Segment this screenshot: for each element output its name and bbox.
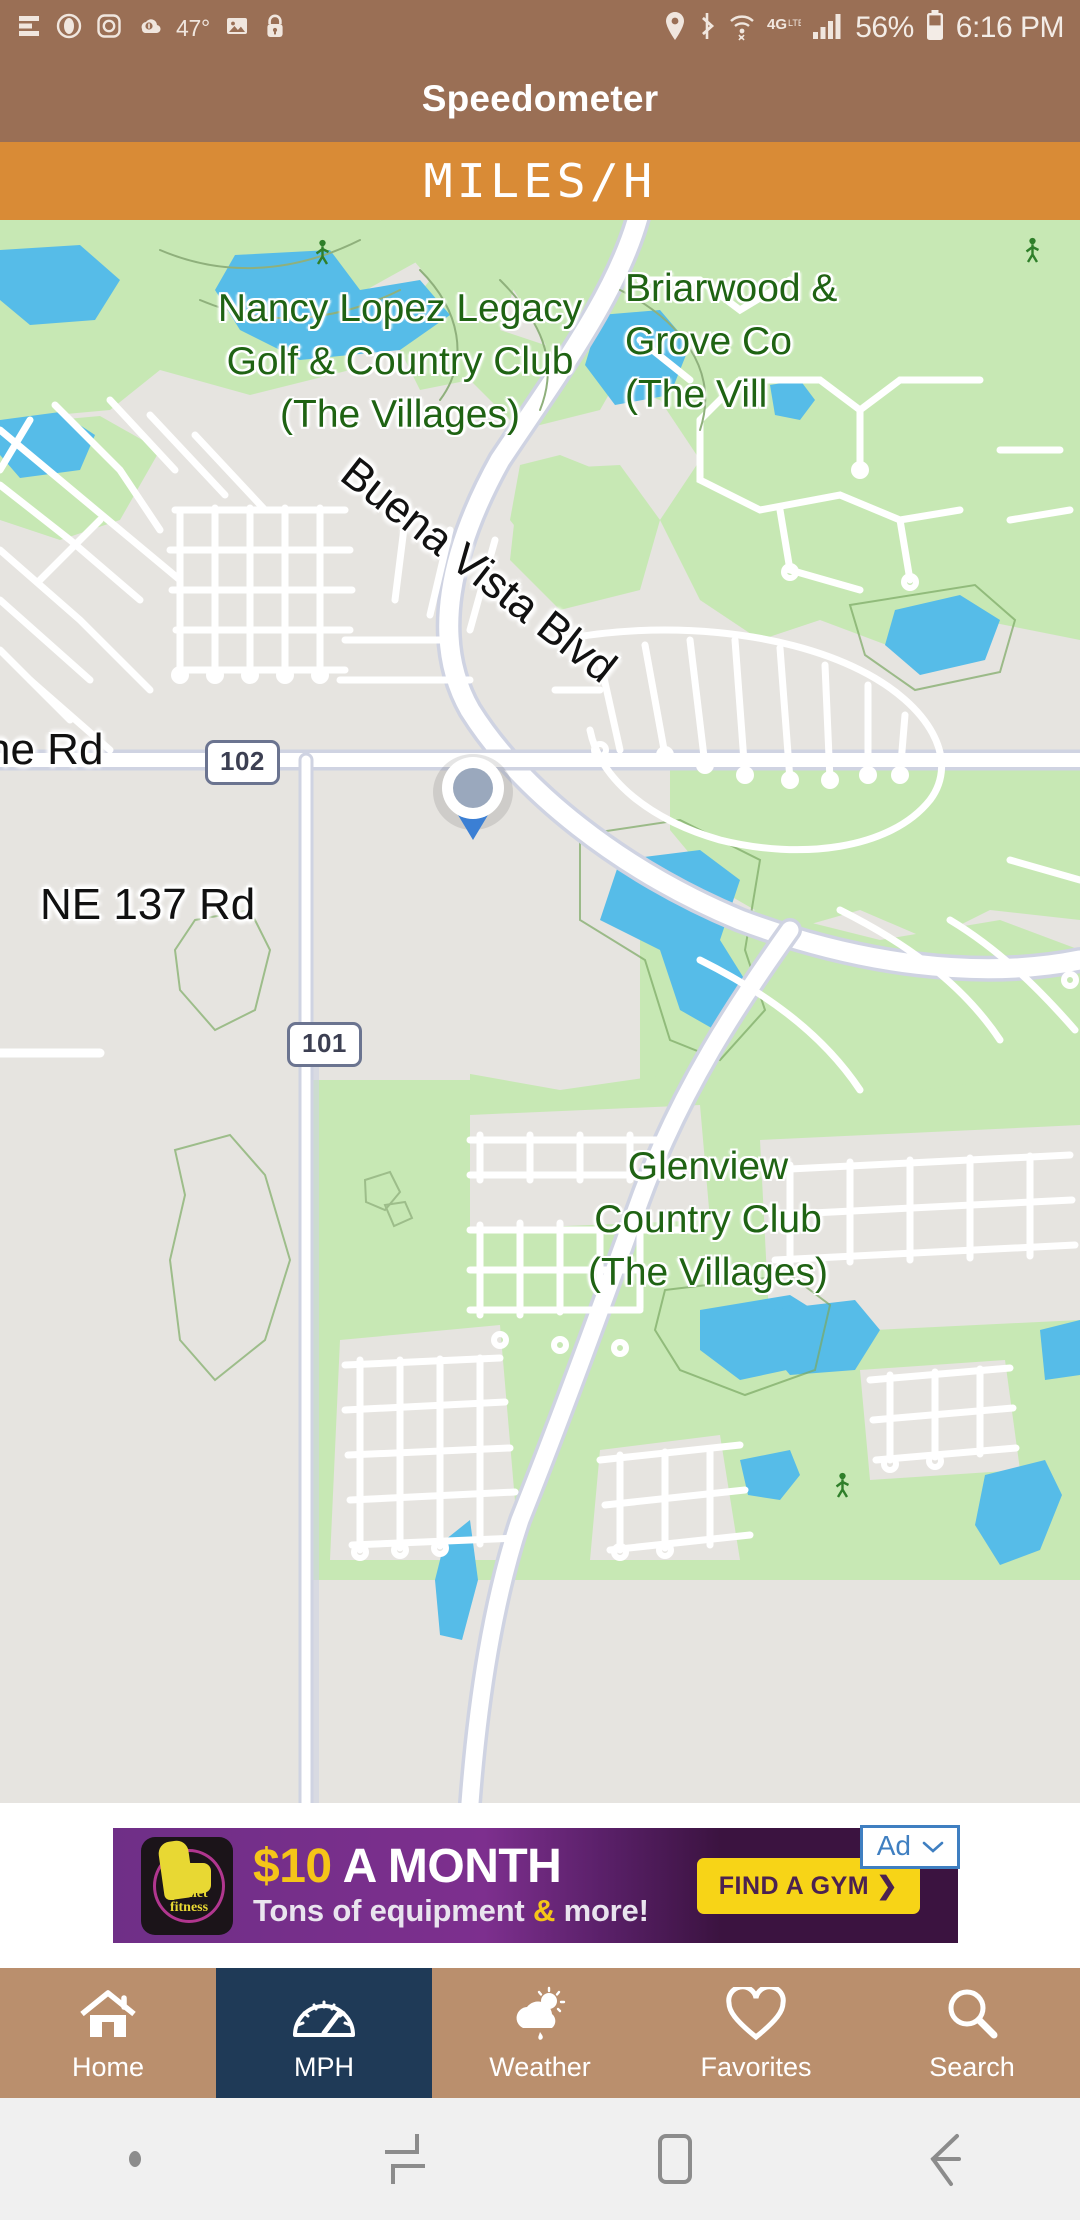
chevron-down-icon (921, 1830, 945, 1862)
weather-cloud-icon (136, 13, 162, 44)
4g-lte-icon: 4G LTE (767, 14, 804, 43)
nav-label-weather: Weather (489, 2051, 591, 2082)
nav-label-home: Home (71, 2051, 145, 2082)
recents-icon[interactable] (270, 2130, 540, 2188)
ad-copy: $10 A MONTH Tons of equipment & more! (253, 1839, 649, 1930)
app-header: Speedometer (0, 56, 1080, 142)
ad-headline: $10 A MONTH (253, 1839, 649, 1893)
weather-sun-cloud-rain-icon (506, 1984, 574, 2046)
notification-lines-icon (16, 13, 42, 44)
bottom-navigation-bar: Home MPH Weather Favorites Search (0, 1968, 1080, 2098)
nav-item-favorites[interactable]: Favorites (648, 1968, 864, 2098)
ad-subline-b: more! (555, 1892, 649, 1928)
svg-text:4G: 4G (767, 16, 787, 33)
ad-subline-amp: & (532, 1892, 556, 1928)
status-temperature: 47° (176, 14, 210, 41)
ad-banner-planet-fitness[interactable]: planet fitness $10 A MONTH Tons of equip… (113, 1828, 958, 1943)
map-canvas[interactable]: Nancy Lopez Legacy Golf & Country Club (… (0, 220, 1080, 1803)
ad-container: planet fitness $10 A MONTH Tons of equip… (0, 1803, 1080, 1968)
android-system-nav-bar (0, 2098, 1080, 2220)
planet-fitness-logo-icon: planet fitness (127, 1831, 245, 1941)
bluetooth-icon (697, 11, 717, 46)
nav-item-mph[interactable]: MPH (216, 1968, 432, 2098)
speed-unit-label: MILES/H (423, 154, 657, 208)
battery-percent: 56% (855, 11, 914, 44)
speedometer-icon (291, 1984, 357, 2046)
home-square-icon[interactable] (540, 2130, 810, 2188)
battery-icon (925, 9, 945, 47)
dot-indicator (0, 2144, 270, 2174)
status-bar-left-icons: 47° (16, 13, 286, 44)
location-pin-icon (664, 11, 686, 46)
nav-item-weather[interactable]: Weather (432, 1968, 648, 2098)
instagram-icon (96, 13, 122, 44)
eye-icon (56, 13, 82, 44)
lock-icon (264, 13, 286, 44)
map-vector-layer (0, 220, 1080, 1803)
ad-headline-price: $10 (253, 1839, 332, 1893)
status-clock: 6:16 PM (955, 11, 1065, 44)
ad-disclosure-badge[interactable]: Ad (859, 1825, 960, 1869)
search-icon (942, 1984, 1002, 2046)
page-title: Speedometer (421, 78, 659, 119)
photos-icon (224, 13, 250, 44)
ad-subline: Tons of equipment & more! (253, 1892, 649, 1930)
route-shield-102[interactable]: 102 (205, 740, 280, 785)
nav-item-home[interactable]: Home (0, 1968, 216, 2098)
back-arrow-icon[interactable] (810, 2130, 1080, 2188)
ad-badge-label: Ad (876, 1830, 911, 1861)
nav-label-favorites: Favorites (700, 2051, 812, 2082)
nav-label-search: Search (929, 2051, 1015, 2082)
ad-brand-line1: planet (170, 1885, 208, 1901)
heart-icon (725, 1984, 787, 2046)
nav-item-search[interactable]: Search (864, 1968, 1080, 2098)
status-bar: 47° 4G LTE 56% 6:16 PM (0, 0, 1080, 56)
ad-headline-rest: A MONTH (331, 1839, 562, 1893)
nav-label-mph: MPH (294, 2051, 354, 2082)
signal-bars-icon (812, 12, 844, 45)
speed-unit-bar[interactable]: MILES/H (0, 142, 1080, 220)
ad-brand-line2: fitness (169, 1899, 209, 1915)
wifi-icon (728, 11, 756, 46)
route-shield-101[interactable]: 101 (287, 1022, 362, 1067)
home-icon (77, 1984, 139, 2046)
status-bar-right-icons: 4G LTE 56% 6:16 PM (664, 9, 1065, 47)
ad-subline-a: Tons of equipment (253, 1892, 533, 1928)
svg-text:LTE: LTE (788, 18, 801, 28)
